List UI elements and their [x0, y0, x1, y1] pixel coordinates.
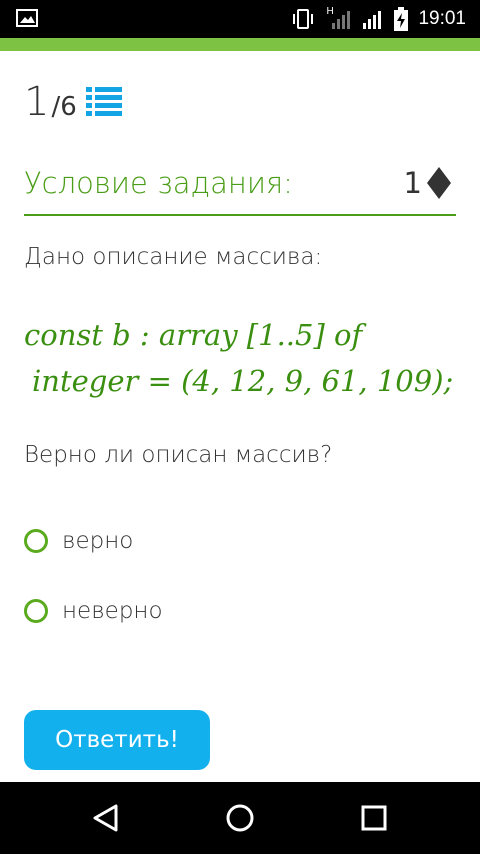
points-value: 1: [403, 166, 422, 200]
answer-option-correct[interactable]: верно: [24, 528, 133, 554]
signal-icon: [363, 11, 382, 29]
task-question: Верно ли описан массив?: [24, 442, 333, 468]
formula-line-1: const b : array [1..5] of: [24, 318, 363, 352]
progress-total: /6: [51, 92, 77, 122]
task-formula: const b : array [1..5] of integer = (4, …: [24, 312, 453, 404]
radio-button[interactable]: [24, 529, 48, 553]
back-icon[interactable]: [90, 802, 122, 834]
task-description: Дано описание массива:: [24, 244, 323, 270]
condition-title: Условие задания:: [24, 166, 293, 200]
battery-charging-icon: [394, 7, 409, 31]
condition-points: 1: [404, 166, 452, 200]
system-nav-bar: [0, 782, 480, 854]
condition-header: Условие задания: 1: [24, 158, 456, 216]
submit-answer-button[interactable]: Ответить!: [24, 710, 210, 770]
progress-current: 1: [24, 79, 50, 125]
status-time: 19:01: [418, 8, 466, 29]
radio-button[interactable]: [24, 599, 48, 623]
status-bar: H 19:01: [0, 0, 480, 38]
list-icon[interactable]: [86, 86, 122, 118]
formula-line-2: integer = (4, 12, 9, 61, 109);: [32, 364, 454, 398]
vibrate-icon: [293, 9, 314, 29]
home-icon[interactable]: [224, 802, 256, 834]
diamond-icon: [427, 167, 451, 199]
signal-icon: [332, 11, 351, 29]
answer-option-incorrect[interactable]: неверно: [24, 598, 163, 624]
progress-strip: [0, 38, 480, 51]
recent-apps-icon[interactable]: [358, 802, 390, 834]
option-label: верно: [62, 528, 134, 554]
option-label: неверно: [62, 598, 163, 624]
task-progress: 1 /6: [24, 80, 77, 124]
image-icon: [16, 9, 38, 27]
